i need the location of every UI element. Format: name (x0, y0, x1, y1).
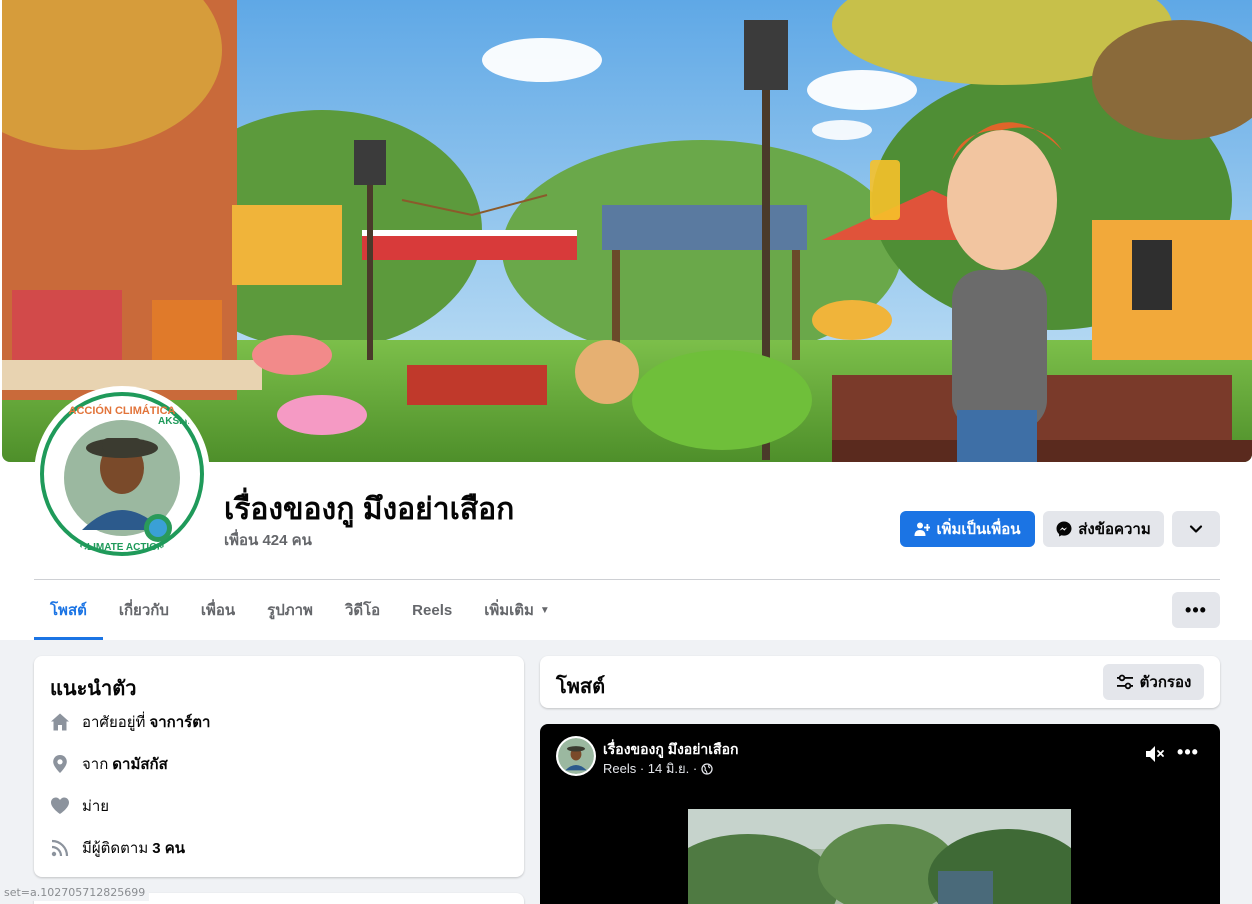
posts-header-card: โพสต์ ตัวกรอง (540, 656, 1220, 708)
filter-label: ตัวกรอง (1139, 674, 1192, 691)
intro-relationship: ม่าย (50, 794, 109, 818)
tab-more[interactable]: เพิ่มเติม ▼ (468, 580, 566, 640)
reel-author-avatar[interactable] (556, 736, 596, 776)
followers-prefix: มีผู้ติดตาม (82, 840, 149, 857)
filter-button[interactable]: ตัวกรอง (1103, 664, 1204, 700)
tab-label: รูปภาพ (267, 602, 313, 619)
intro-card: แนะนำตัว อาศัยอยู่ที่ จาการ์ตา จาก ดามัส… (34, 656, 524, 877)
tab-photos[interactable]: รูปภาพ (251, 580, 329, 640)
from-prefix: จาก (82, 756, 109, 773)
friend-count[interactable]: เพื่อน 424 คน (224, 528, 312, 552)
mute-icon[interactable] (1144, 744, 1166, 764)
filter-sliders-icon (1116, 674, 1133, 690)
message-label: ส่งข้อความ (1078, 521, 1151, 538)
heart-icon (50, 796, 70, 816)
message-button[interactable]: ส่งข้อความ (1043, 511, 1164, 547)
tab-videos[interactable]: วิดีโอ (329, 580, 396, 640)
status-url: set=a.102705712825699 (0, 884, 150, 901)
tab-about[interactable]: เกี่ยวกับ (103, 580, 185, 640)
intro-followers: มีผู้ติดตาม 3 คน (50, 836, 185, 860)
tab-label: เพิ่มเติม (484, 602, 534, 619)
messenger-icon (1056, 521, 1072, 537)
posts-title: โพสต์ (556, 676, 606, 698)
tab-label: วิดีโอ (344, 602, 381, 619)
tab-label: เกี่ยวกับ (118, 602, 169, 619)
more-options-button[interactable]: ••• (1172, 592, 1220, 628)
reel-video[interactable] (688, 809, 1071, 904)
caret-down-icon: ▼ (539, 604, 550, 616)
post-options-icon[interactable]: ••• (1176, 742, 1200, 766)
cover-photo[interactable] (2, 0, 1252, 462)
tab-posts[interactable]: โพสต์ (34, 580, 103, 640)
tab-friends[interactable]: เพื่อน (185, 580, 251, 640)
reel-meta: Reels · 14 มิ.ย. · (603, 758, 713, 779)
tab-label: เพื่อน (200, 602, 236, 619)
home-icon (50, 712, 70, 732)
person-add-icon (914, 522, 931, 536)
more-dots-icon: ••• (1185, 599, 1207, 620)
add-friend-button[interactable]: เพิ่มเป็นเพื่อน (900, 511, 1035, 547)
reel-meta-text: Reels · 14 มิ.ย. · (603, 761, 698, 776)
intro-from: จาก ดามัสกัส (50, 752, 168, 776)
profile-tabs: โพสต์ เกี่ยวกับ เพื่อน รูปภาพ วิดีโอ Ree… (34, 580, 566, 640)
rss-feed-icon (50, 838, 70, 858)
intro-lives-in: อาศัยอยู่ที่ จาการ์ตา (50, 710, 210, 734)
profile-options-button[interactable] (1172, 511, 1220, 547)
chevron-down-icon (1189, 525, 1203, 533)
followers-value[interactable]: 3 คน (152, 836, 185, 860)
lives-value[interactable]: จาการ์ตา (149, 710, 210, 734)
add-friend-label: เพิ่มเป็นเพื่อน (936, 521, 1021, 538)
from-value[interactable]: ดามัสกัส (112, 752, 167, 776)
location-pin-icon (50, 754, 70, 774)
lives-prefix: อาศัยอยู่ที่ (82, 714, 146, 731)
tab-label: Reels (412, 601, 453, 619)
intro-title: แนะนำตัว (50, 678, 137, 700)
tab-reels[interactable]: Reels (396, 580, 468, 640)
relationship-status: ม่าย (82, 798, 110, 815)
svg-text:CLIMATE ACTION: CLIMATE ACTION (80, 542, 164, 553)
reel-post[interactable]: เรื่องของกู มึงอย่าเสือก Reels · 14 มิ.ย… (540, 724, 1220, 904)
profile-avatar[interactable]: ACCIÓN CLIMÁTICA AKSI IKLIM CLIMATE ACTI… (34, 386, 210, 562)
globe-icon (701, 762, 713, 775)
tab-label: โพสต์ (50, 602, 87, 619)
profile-name: เรื่องของกู มึงอย่าเสือก (224, 493, 515, 526)
